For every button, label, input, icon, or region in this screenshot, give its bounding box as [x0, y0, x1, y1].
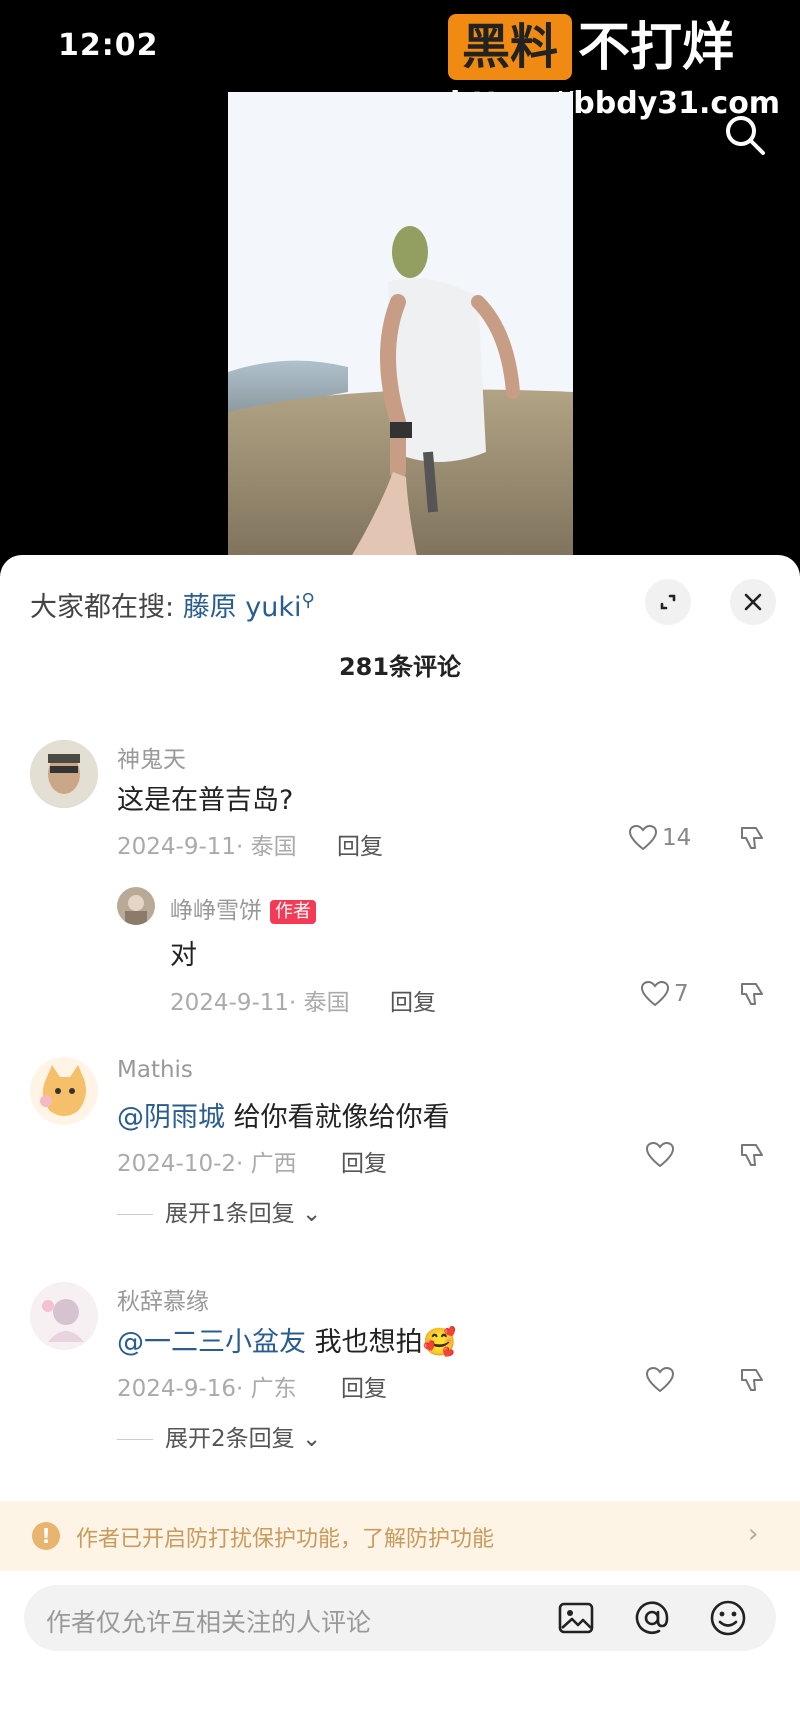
reply-button[interactable]: 回复	[390, 983, 436, 1017]
expand-icon	[660, 594, 676, 610]
thumbs-down-icon	[741, 1369, 763, 1391]
expand-replies-label: 展开1条回复	[165, 1201, 295, 1227]
heart-icon	[645, 1366, 675, 1393]
chevron-down-icon: ⌄	[301, 1426, 322, 1452]
like-button[interactable]: 7	[640, 980, 689, 1008]
image-button[interactable]	[556, 1598, 596, 1638]
close-button[interactable]	[730, 579, 776, 625]
divider-line	[117, 1439, 153, 1440]
comment-text: 这是在普吉岛?	[117, 785, 294, 816]
video-frame-image	[228, 92, 573, 562]
protection-notice-banner[interactable]: ! 作者已开启防打扰保护功能，了解防护功能 ›	[0, 1501, 800, 1571]
chevron-right-icon: ›	[748, 1519, 759, 1549]
like-button[interactable]	[645, 1366, 675, 1394]
author-badge: 作者	[270, 899, 316, 924]
comment-username[interactable]: Mathis	[117, 1057, 193, 1083]
comment-text: 对	[170, 940, 197, 971]
comment-username[interactable]: 秋辞慕缘	[117, 1282, 209, 1316]
comment-date-location: 2024-9-11· 泰国	[170, 990, 350, 1016]
like-count: 14	[662, 825, 692, 851]
thumbs-down-icon	[741, 983, 763, 1005]
comment-input-placeholder: 作者仅允许互相关注的人评论	[46, 1608, 372, 1637]
at-sign-icon	[635, 1601, 669, 1634]
comment-date-location: 2024-9-16· 广东	[117, 1376, 297, 1402]
watermark-text: 不打烊	[578, 18, 735, 78]
notice-text: 作者已开启防打扰保护功能，了解防护功能	[76, 1527, 495, 1552]
reply-button[interactable]: 回复	[341, 1369, 387, 1403]
comment-username[interactable]: 峥峥雪饼	[170, 898, 262, 924]
divider-line	[117, 1214, 153, 1215]
thumbs-down-icon	[741, 827, 763, 849]
heart-icon	[645, 1141, 675, 1168]
comment-date-location: 2024-9-11· 泰国	[117, 834, 297, 860]
hot-search-keyword[interactable]: 藤原 yuki	[183, 592, 302, 623]
search-small-icon: ⚲	[301, 590, 315, 611]
search-button[interactable]	[722, 112, 768, 158]
comment-text-row: @一二三小盆友 我也想拍🥰	[117, 1320, 456, 1359]
comment-date-location: 2024-10-2· 广西	[117, 1151, 297, 1177]
comment-sheet: 大家都在搜: 藤原 yuki⚲ 281条评论 神鬼天 这是在普吉岛? 2024-…	[0, 555, 800, 1733]
watermark-box: 黑料	[448, 14, 572, 80]
reply-button[interactable]: 回复	[337, 827, 383, 861]
expand-button[interactable]	[645, 579, 691, 625]
dislike-button[interactable]	[738, 1141, 766, 1173]
heart-icon	[628, 824, 658, 851]
status-bar-time: 12:02	[58, 28, 159, 63]
like-button[interactable]: 14	[628, 824, 691, 852]
comment-text: 我也想拍	[314, 1327, 423, 1358]
comment-username[interactable]: 神鬼天	[117, 740, 186, 774]
expand-replies-button[interactable]: 展开2条回复 ⌄	[117, 1419, 321, 1453]
mention-button[interactable]	[632, 1598, 672, 1638]
avatar-image	[30, 1057, 98, 1125]
comment-count-title: 281条评论	[338, 653, 462, 681]
emoji-button[interactable]	[708, 1598, 748, 1638]
chevron-down-icon: ⌄	[301, 1201, 322, 1227]
expand-replies-label: 展开2条回复	[165, 1426, 295, 1452]
avatar[interactable]	[30, 740, 98, 808]
hot-search-bar[interactable]: 大家都在搜: 藤原 yuki⚲	[30, 585, 315, 624]
avatar[interactable]	[30, 1057, 98, 1125]
emoji: 🥰	[422, 1327, 457, 1358]
avatar-image	[30, 1282, 98, 1350]
expand-replies-button[interactable]: 展开1条回复 ⌄	[117, 1194, 321, 1228]
smiley-icon	[710, 1600, 746, 1636]
comment-item: 秋辞慕缘 @一二三小盆友 我也想拍🥰 2024-9-16· 广东 回复 展开2条…	[0, 1282, 800, 1462]
hot-search-prefix: 大家都在搜:	[30, 592, 175, 623]
avatar[interactable]	[30, 1282, 98, 1350]
close-icon	[744, 593, 762, 611]
comment-text-row: @阴雨城 给你看就像给你看	[117, 1095, 450, 1134]
thumbs-down-icon	[741, 1144, 763, 1166]
image-icon	[558, 1602, 594, 1634]
like-button[interactable]	[645, 1141, 675, 1169]
dislike-button[interactable]	[738, 980, 766, 1012]
reply-username-row: 峥峥雪饼 作者	[170, 891, 316, 925]
comment-item: 神鬼天 这是在普吉岛? 2024-9-11· 泰国 回复 14	[0, 740, 800, 870]
avatar-image	[30, 740, 98, 808]
video-player[interactable]	[228, 92, 573, 562]
search-icon	[726, 116, 765, 155]
dislike-button[interactable]	[738, 824, 766, 856]
avatar-image	[117, 887, 155, 925]
dislike-button[interactable]	[738, 1366, 766, 1398]
like-count: 7	[674, 981, 689, 1007]
comment-text: 给你看就像给你看	[233, 1102, 450, 1133]
info-icon: !	[32, 1522, 60, 1550]
comment-input[interactable]: 作者仅允许互相关注的人评论	[24, 1585, 776, 1651]
reply-item: 峥峥雪饼 作者 对 2024-9-11· 泰国 回复 7	[0, 885, 800, 1016]
heart-icon	[640, 980, 670, 1007]
reply-button[interactable]: 回复	[341, 1144, 387, 1178]
mention-link[interactable]: @阴雨城	[117, 1102, 225, 1133]
comment-item: Mathis @阴雨城 给你看就像给你看 2024-10-2· 广西 回复 展开…	[0, 1057, 800, 1237]
avatar[interactable]	[117, 887, 155, 925]
mention-link[interactable]: @一二三小盆友	[117, 1327, 306, 1358]
